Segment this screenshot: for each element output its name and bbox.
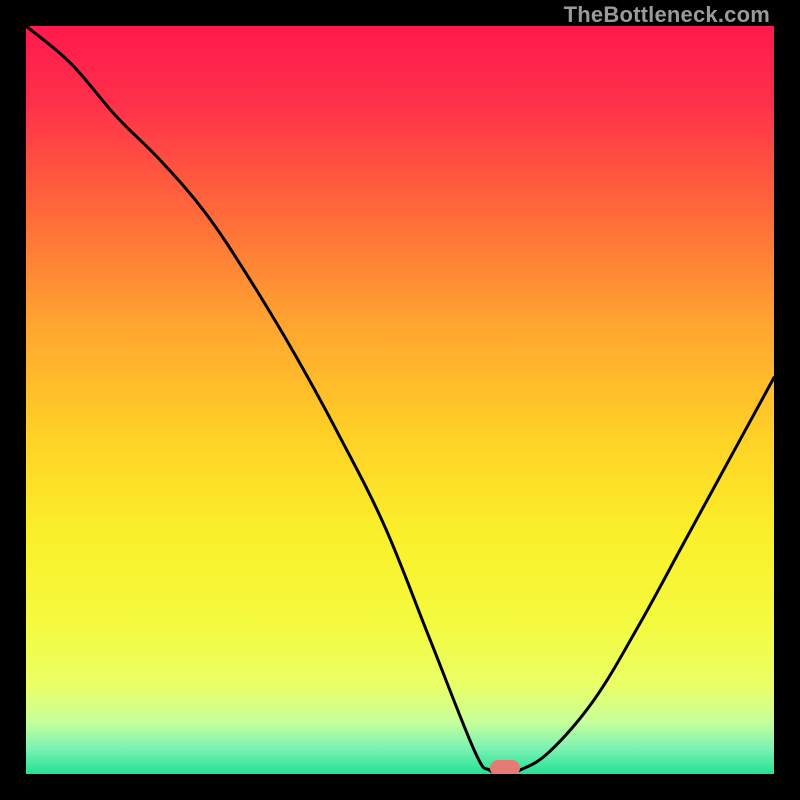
optimal-point-marker [490, 760, 520, 774]
gradient-rect [26, 26, 774, 774]
chart-svg [26, 26, 774, 774]
bottleneck-curve [26, 26, 774, 774]
chart-frame: TheBottleneck.com [0, 0, 800, 800]
attribution-label: TheBottleneck.com [564, 2, 770, 28]
plot-area [26, 26, 774, 774]
